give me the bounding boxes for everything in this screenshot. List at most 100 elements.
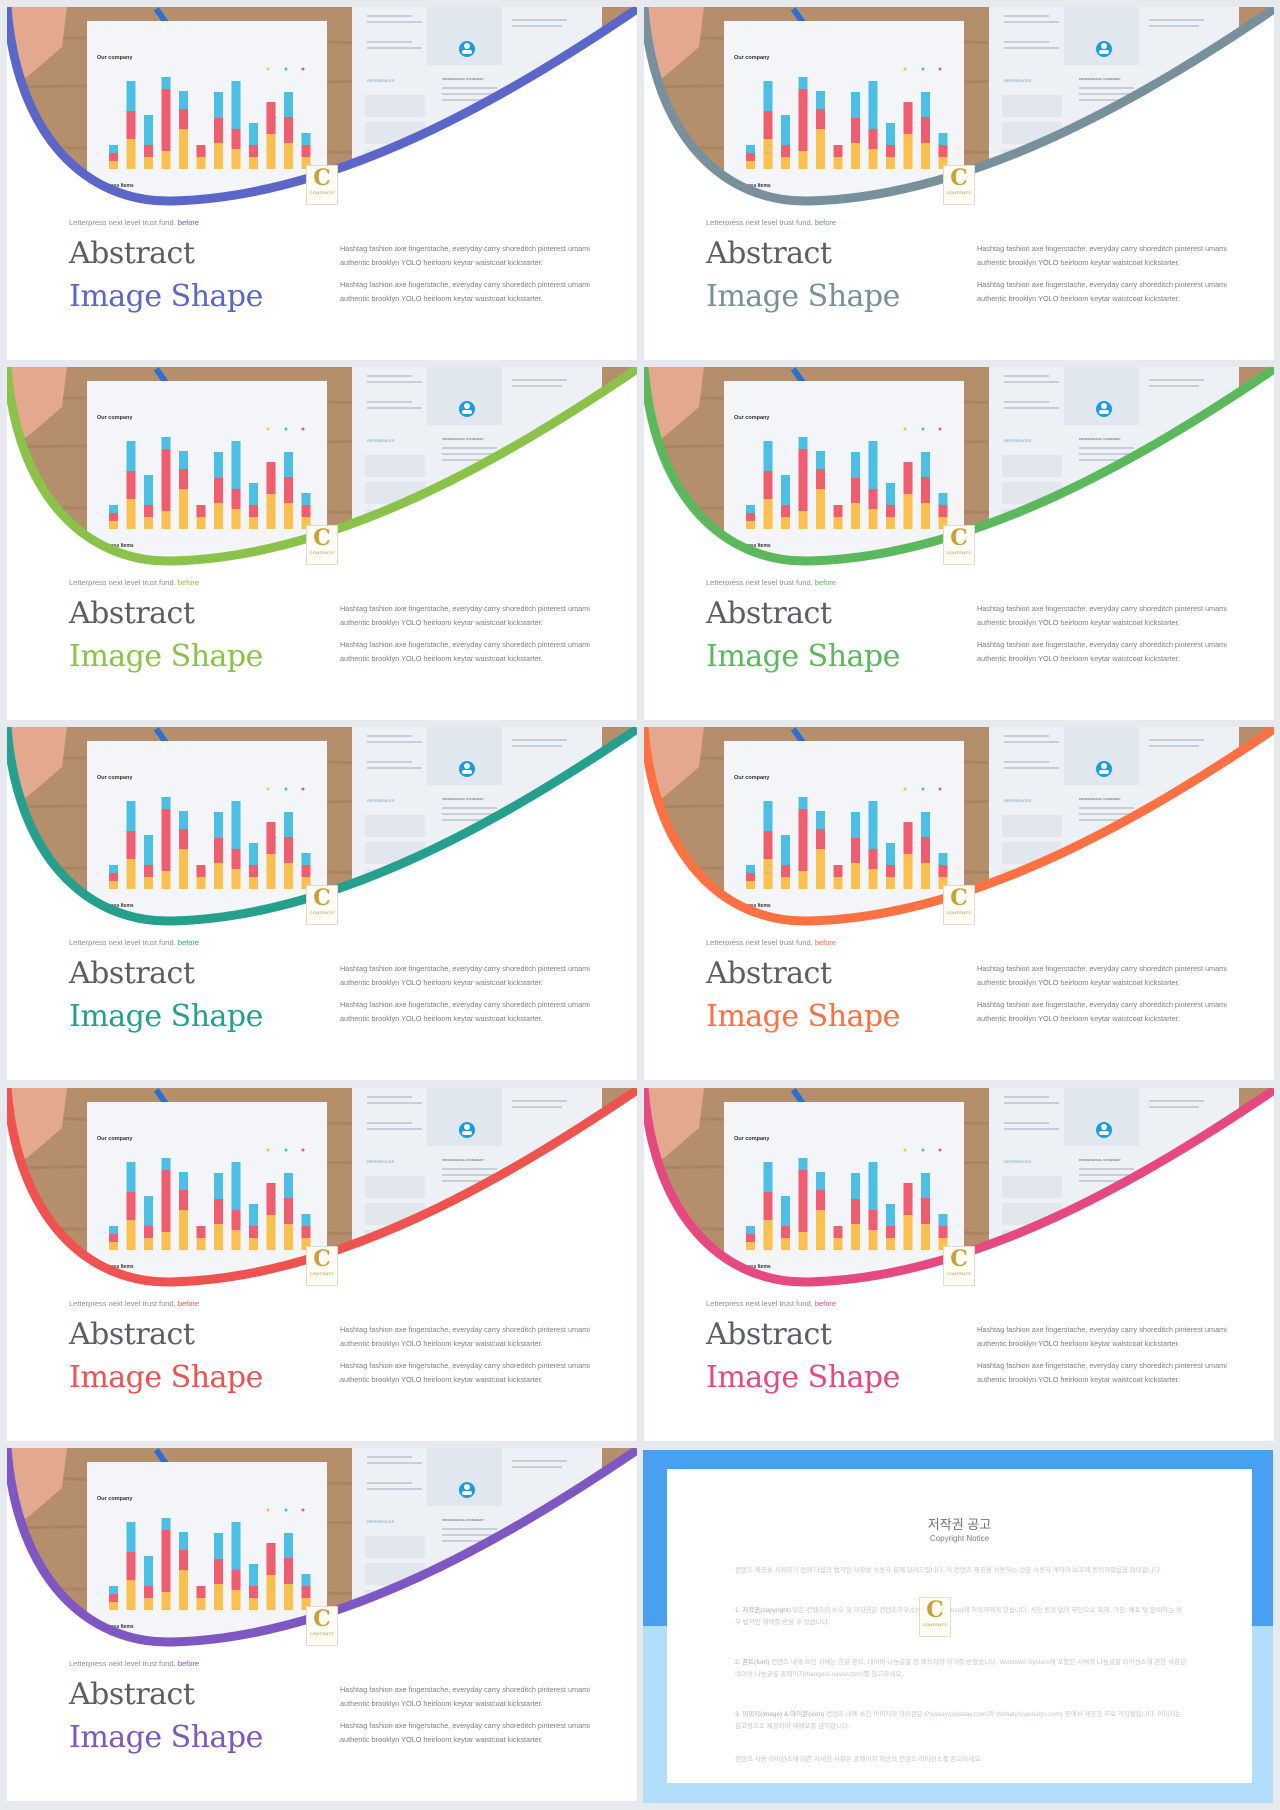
photo-bar: [249, 1238, 258, 1250]
photo-bar: [301, 853, 311, 865]
photo-bar: [833, 517, 843, 529]
photo-bar: [301, 865, 311, 877]
photo-bar: [301, 145, 311, 157]
photo-bar: [886, 145, 895, 157]
logo-text: CONTENTS: [309, 910, 335, 915]
copyright-item-2: 2. 폰트(font) 컨텐츠 내에 쓰인 서체는 한글 폰트, 네이버 나눔글…: [735, 1657, 1187, 1681]
photo-bar: [179, 451, 188, 469]
svg-text:REFERENCES: REFERENCES: [1004, 78, 1032, 83]
copyright-slide: 저작권 공고 Copyright Notice 컨텐츠 제공을 시작하기 전에 …: [643, 1450, 1273, 1803]
photo-bar: [763, 441, 773, 471]
photo-bar: [214, 452, 223, 478]
photo-bar: [249, 1586, 258, 1598]
photo-bar: [196, 517, 206, 529]
body-paragraph-1: Hashtag fashion axe fingerstache, everyd…: [340, 1685, 590, 1708]
photo-bar: [833, 877, 843, 889]
photo-bar: [938, 493, 948, 505]
svg-text:PROFESSIONAL STATEMENT: PROFESSIONAL STATEMENT: [442, 1518, 484, 1522]
body-paragraph-2: Hashtag fashion axe fingerstache, everyd…: [340, 1721, 590, 1744]
photo-bar: [214, 1559, 223, 1584]
photo-bar: [921, 452, 930, 477]
photo-bar: [109, 513, 118, 521]
photo-bar: [833, 505, 843, 517]
photo-bar: [763, 859, 773, 889]
svg-text:PROFESSIONAL STATEMENT: PROFESSIONAL STATEMENT: [442, 437, 484, 441]
title-line-2: Image Shape: [706, 279, 900, 314]
svg-text:PROFESSIONAL STATEMENT: PROFESSIONAL STATEMENT: [1079, 77, 1121, 81]
photo-bar: [144, 157, 153, 169]
subtitle-text: Letterpress next level trust fund,: [69, 578, 178, 587]
svg-text:PROFESSIONAL STATEMENT: PROFESSIONAL STATEMENT: [442, 1158, 484, 1162]
photo-bar: [903, 1215, 913, 1250]
svg-text:REFERENCES: REFERENCES: [367, 1159, 395, 1164]
title-line-2: Image Shape: [69, 639, 263, 674]
photo-bar: [868, 849, 878, 869]
photo-bar: [179, 811, 188, 829]
logo-mark-icon: C: [950, 165, 968, 191]
photo-bar: [798, 797, 808, 809]
item-text: 모든 컨텐츠의 소유 및 저작권은 컨텐츠하우스(Contentshouse)에…: [735, 1607, 1182, 1626]
photo-bar: [214, 1224, 223, 1250]
photo-bar: [868, 869, 878, 889]
photo-bar: [816, 1190, 825, 1210]
title-line-2: Image Shape: [69, 1720, 263, 1755]
subtitle-accent: before: [177, 938, 200, 947]
photo-bar: [284, 863, 293, 889]
photo-bar: [798, 809, 808, 871]
item-label: 2. 폰트(font): [735, 1659, 770, 1666]
photo-bar: [231, 1522, 241, 1570]
photo-bar: [851, 812, 860, 838]
slide-1: Our company Business Items REFERENCES PR…: [7, 7, 637, 360]
photo-bar: [833, 1238, 843, 1250]
photo-bar: [903, 494, 913, 529]
photo-bar: [781, 475, 790, 505]
logo-mark-icon: C: [313, 1606, 331, 1632]
photo-bar: [851, 1199, 860, 1224]
photo-bar: [126, 111, 136, 139]
photo-bar: [903, 102, 913, 134]
photo-bar: [231, 509, 241, 529]
photo-bar: [886, 505, 895, 517]
logo-text: CONTENTS: [309, 550, 335, 555]
photo-bar: [763, 111, 773, 139]
photo-bar: [763, 139, 773, 169]
photo-bar: [746, 1242, 755, 1250]
slide-subtitle: Letterpress next level trust fund, befor…: [706, 218, 836, 227]
photo-bar: [196, 1226, 206, 1238]
svg-text:REFERENCES: REFERENCES: [1004, 798, 1032, 803]
photo-bar: [798, 511, 808, 529]
subtitle-text: Letterpress next level trust fund,: [69, 1299, 178, 1308]
photo-bar: [746, 1234, 755, 1242]
body-paragraph-1: Hashtag fashion axe fingerstache, everyd…: [977, 1325, 1227, 1348]
photo-bar: [144, 1556, 153, 1586]
photo-bar: [868, 509, 878, 529]
slide-2: Our company Business Items REFERENCES PR…: [644, 7, 1274, 360]
svg-text:PROFESSIONAL STATEMENT: PROFESSIONAL STATEMENT: [1079, 797, 1121, 801]
photo-bar: [144, 475, 153, 505]
photo-bar: [266, 854, 276, 889]
photo-bar: [109, 1586, 118, 1594]
photo-bar: [781, 145, 790, 157]
photo-bar: [763, 471, 773, 499]
photo-bar: [109, 1602, 118, 1610]
photo-bar: [196, 145, 206, 157]
photo-bar: [921, 477, 930, 503]
photo-bar: [781, 1196, 790, 1226]
title-line-1: Abstract: [69, 236, 195, 271]
photo-bar: [144, 1598, 153, 1610]
title-line-2: Image Shape: [706, 639, 900, 674]
photo-bar: [214, 478, 223, 503]
title-line-2: Image Shape: [69, 999, 263, 1034]
photo-bar: [903, 854, 913, 889]
photo-bar: [763, 1220, 773, 1250]
photo-bar: [921, 812, 930, 837]
photo-bar: [249, 505, 258, 517]
subtitle-text: Letterpress next level trust fund,: [69, 1659, 178, 1668]
body-paragraph-1: Hashtag fashion axe fingerstache, everyd…: [340, 604, 590, 627]
photo-bar: [249, 877, 258, 889]
photo-bar: [284, 1198, 293, 1224]
photo-bar: [249, 483, 258, 505]
photo-chart-title: Our company: [734, 1136, 770, 1142]
photo-bar: [816, 1172, 825, 1190]
svg-text:REFERENCES: REFERENCES: [367, 798, 395, 803]
